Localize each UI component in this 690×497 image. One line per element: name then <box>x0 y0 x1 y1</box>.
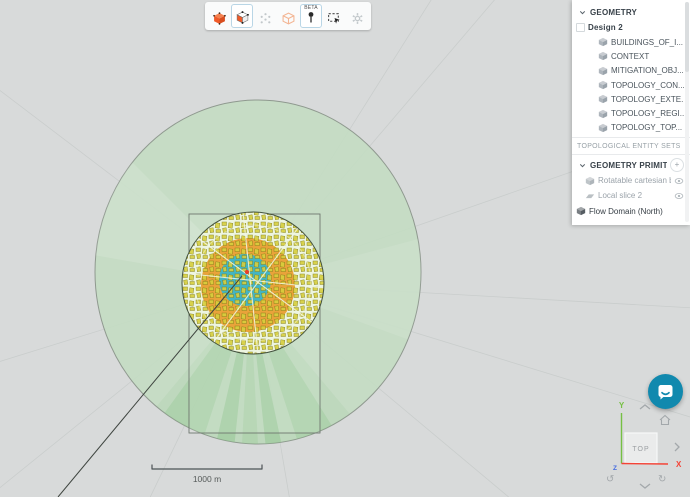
scale-bar: 1000 m <box>151 464 263 484</box>
transparent-geometry-button[interactable] <box>277 4 299 28</box>
home-view-icon[interactable] <box>659 414 671 426</box>
solid-icon <box>598 95 608 104</box>
scale-bar-label: 1000 m <box>193 474 221 484</box>
tree-item-buildings[interactable]: BUILDINGS_OF_I... <box>572 35 690 49</box>
primitive-item-flow-domain[interactable]: Flow Domain (North) <box>572 203 690 219</box>
tree-item-topology-regi[interactable]: TOPOLOGY_REGI... <box>572 106 690 120</box>
rotate-cw-icon[interactable]: ↻ <box>658 474 666 485</box>
solid-icon <box>598 52 608 61</box>
solid-cube-icon <box>212 12 226 25</box>
x-axis-label: X <box>676 460 682 469</box>
viewport-toolbar: BETA <box>205 2 371 30</box>
panel-divider <box>572 154 690 156</box>
tree-node-design-2[interactable]: Design 2 <box>572 20 690 35</box>
view-navigation-gizmo: TOP Y X Z ↺ ↻ <box>606 401 682 489</box>
primitive-label: Flow Domain (North) <box>589 206 663 216</box>
z-axis-label: Z <box>613 465 617 472</box>
y-axis-label: Y <box>619 401 625 410</box>
solid-icon <box>598 37 608 47</box>
rotate-down-chevron[interactable] <box>639 483 651 489</box>
geometry-section-header[interactable]: GEOMETRY <box>572 4 690 20</box>
tree-item-label: MITIGATION_OBJ... <box>611 66 684 76</box>
design-node-icon <box>576 23 585 32</box>
scrollbar-thumb[interactable] <box>685 2 689 72</box>
box-primitive-icon <box>585 176 595 185</box>
app-window: 1000 m BETA GEOMETRY Design 2 BUILDINGS_… <box>0 0 690 497</box>
rotate-right-chevron[interactable] <box>674 442 680 452</box>
pin-icon <box>308 12 314 23</box>
tree-item-topology-top[interactable]: TOPOLOGY_TOP... <box>572 121 690 135</box>
primitives-header-label: GEOMETRY PRIMITIVES <box>590 160 667 170</box>
solid-icon <box>598 66 608 75</box>
add-primitive-button[interactable]: + <box>670 158 684 173</box>
primitive-item-rotatable-box[interactable]: Rotatable cartesian bo... <box>572 173 690 188</box>
tree-item-topology-exte[interactable]: TOPOLOGY_EXTE... <box>572 92 690 106</box>
primitive-label: Local slice 2 <box>598 191 643 201</box>
solid-icon <box>598 123 608 133</box>
visibility-eye-icon[interactable] <box>674 191 684 201</box>
topological-entity-sets-header[interactable]: TOPOLOGICAL ENTITY SETS <box>572 140 690 152</box>
beta-badge: BETA <box>304 5 318 11</box>
viewcube-face-label[interactable]: TOP <box>632 446 649 453</box>
tree-item-topology-con[interactable]: TOPOLOGY_CON... <box>572 78 690 92</box>
probe-point-beta-button[interactable]: BETA <box>300 4 322 28</box>
gear-icon <box>351 13 363 24</box>
tree-item-label: TOPOLOGY_TOP... <box>611 123 683 133</box>
show-solid-geometry-button[interactable] <box>208 4 230 28</box>
tree-item-mitigation[interactable]: MITIGATION_OBJ... <box>572 64 690 78</box>
map-center-marker <box>244 269 250 275</box>
chevron-down-icon <box>579 10 586 14</box>
primitive-label: Rotatable cartesian bo... <box>598 176 671 186</box>
marquee-select-icon <box>328 13 340 24</box>
geometry-tree-panel: GEOMETRY Design 2 BUILDINGS_OF_I... CONT… <box>572 0 690 226</box>
partial-cube-icon <box>235 11 249 24</box>
tree-item-label: CONTEXT <box>611 51 650 61</box>
tree-item-label: TOPOLOGY_CON... <box>611 80 684 90</box>
dotted-cube-icon <box>260 13 270 24</box>
box-select-button[interactable] <box>323 4 345 28</box>
tree-item-label: BUILDINGS_OF_I... <box>611 37 684 47</box>
x-axis-line <box>621 462 669 465</box>
solid-icon <box>598 109 608 118</box>
box-primitive-icon <box>576 206 586 216</box>
tree-item-context[interactable]: CONTEXT <box>572 49 690 63</box>
panel-divider <box>572 137 690 139</box>
outline-cube-icon <box>282 12 294 25</box>
tree-item-label: TOPOLOGY_EXTE... <box>611 94 684 104</box>
geometry-primitives-header[interactable]: GEOMETRY PRIMITIVES + <box>572 157 690 173</box>
settings-button[interactable] <box>346 4 368 28</box>
panel-scrollbar[interactable] <box>685 2 689 222</box>
design-label: Design 2 <box>588 23 623 32</box>
highlight-face-selection-button[interactable] <box>231 4 253 28</box>
chevron-down-icon <box>579 163 586 167</box>
rotate-up-chevron[interactable] <box>639 404 651 410</box>
primitive-item-local-slice[interactable]: Local slice 2 <box>572 188 690 203</box>
solid-icon <box>598 80 608 90</box>
slice-primitive-icon <box>585 193 595 198</box>
geometry-header-label: GEOMETRY <box>590 7 638 17</box>
map-inset[interactable] <box>181 211 325 355</box>
tree-item-label: TOPOLOGY_REGI... <box>611 109 684 119</box>
rotate-ccw-icon[interactable]: ↺ <box>606 474 614 485</box>
hidden-geometry-button[interactable] <box>254 4 276 28</box>
visibility-eye-icon[interactable] <box>674 176 684 186</box>
